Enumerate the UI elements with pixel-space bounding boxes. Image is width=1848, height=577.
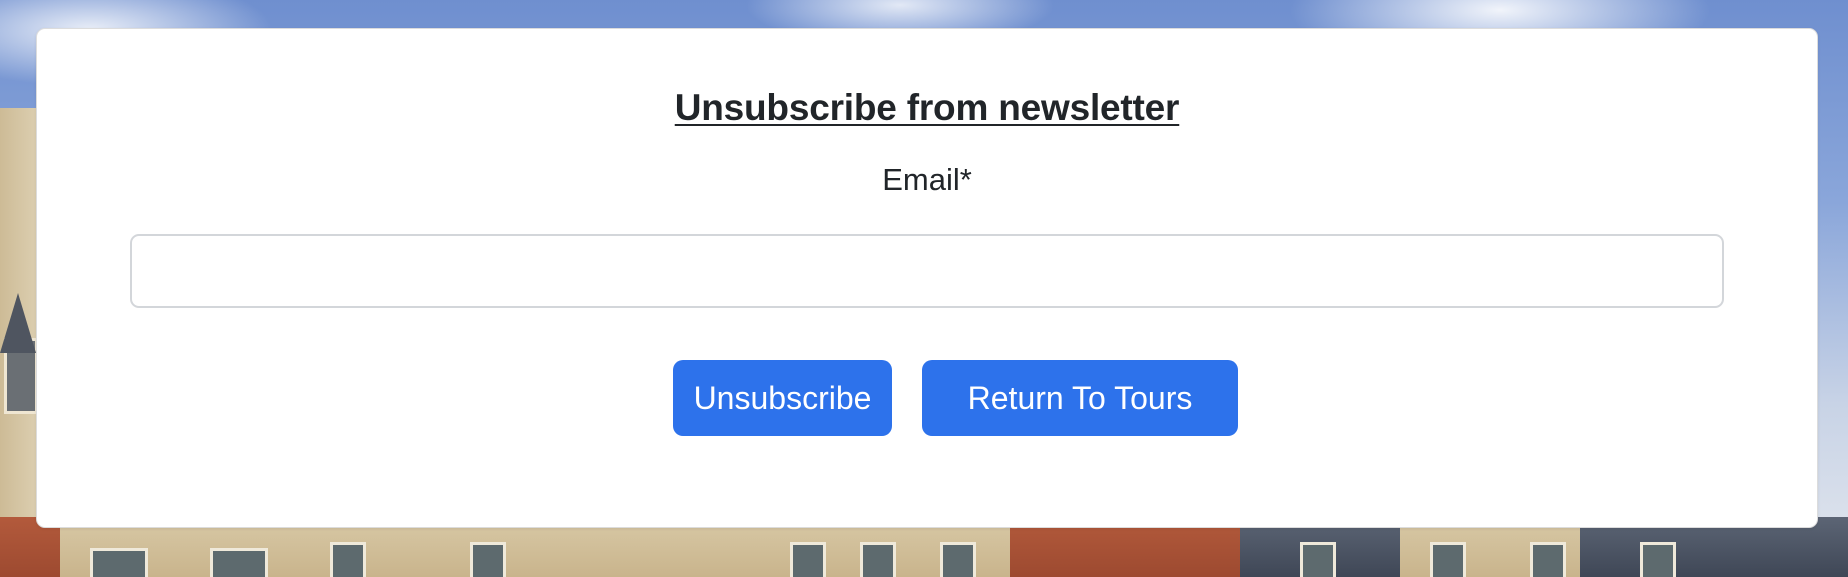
unsubscribe-card: Unsubscribe from newsletter Email* Unsub…	[36, 28, 1818, 528]
email-field[interactable]	[130, 234, 1724, 308]
building-window	[860, 542, 896, 577]
building-window	[1640, 542, 1676, 577]
unsubscribe-button[interactable]: Unsubscribe	[673, 360, 892, 436]
building-window	[90, 548, 148, 577]
return-to-tours-button[interactable]: Return To Tours	[922, 360, 1238, 436]
building-window	[1530, 542, 1566, 577]
building-window	[210, 548, 268, 577]
building-window	[790, 542, 826, 577]
building-window	[940, 542, 976, 577]
email-label: Email*	[882, 162, 972, 197]
building-window	[1300, 542, 1336, 577]
building-window	[470, 542, 506, 577]
building-window	[330, 542, 366, 577]
building-left	[0, 108, 40, 577]
page-title: Unsubscribe from newsletter	[674, 87, 1180, 128]
building-roof	[0, 293, 36, 353]
building-window	[1430, 542, 1466, 577]
